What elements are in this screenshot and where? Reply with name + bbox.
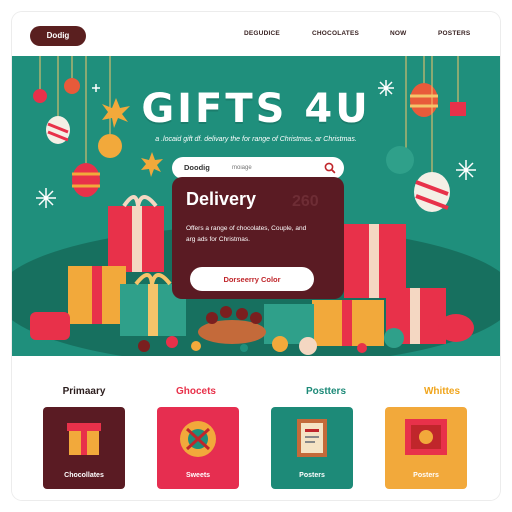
- category-tile-sweets[interactable]: Sweets: [157, 407, 239, 489]
- page-frame: Dodig DEGUDICE CHOCOLATES NOW POSTERS GI…: [12, 12, 500, 500]
- category-heading-sweets: Ghocets: [175, 386, 216, 397]
- search-input[interactable]: [232, 161, 324, 175]
- search-bar[interactable]: Doodig: [172, 157, 344, 179]
- category-tile-whites[interactable]: Posters: [385, 407, 467, 489]
- hero-title: GIFTS 4U: [141, 86, 371, 132]
- search-icon[interactable]: [323, 161, 337, 175]
- category-tile-posters[interactable]: Posters: [271, 407, 353, 489]
- categories-section: Primaary Ghocets Postters Whittes Chocol…: [12, 356, 500, 500]
- nav-link-1[interactable]: DEGUDICE: [244, 30, 280, 37]
- delivery-cta-button[interactable]: Dorseerry Color: [190, 267, 314, 291]
- delivery-title: Delivery: [186, 189, 257, 209]
- tile-label-sweets: Sweets: [185, 472, 211, 479]
- top-navbar: Dodig DEGUDICE CHOCOLATES NOW POSTERS: [12, 12, 500, 56]
- hero-banner: GIFTS 4U a .locaid gift df. delivary the…: [12, 56, 500, 356]
- tile-label-chocolates: Chocollates: [64, 472, 104, 479]
- tile-label-posters: Posters: [299, 472, 325, 479]
- site-logo[interactable]: Dodig: [30, 26, 86, 46]
- tile-label-whites: Posters: [413, 472, 439, 479]
- hero-subtitle: a .locaid gift df. delivary the for rang…: [155, 136, 357, 143]
- delivery-card: Delivery 260 Offers a range of chocolate…: [172, 177, 344, 299]
- nav-link-chocolates[interactable]: CHOCOLATES: [312, 30, 359, 37]
- delivery-description: Offers a range of chocolates, Couple, an…: [186, 225, 307, 243]
- nav-link-posters[interactable]: POSTERS: [438, 30, 470, 37]
- category-heading-posters: Postters: [305, 386, 346, 397]
- nav-link-now[interactable]: NOW: [390, 30, 407, 37]
- category-heading-whites: Whittes: [423, 386, 461, 397]
- category-heading-primary: Primaary: [62, 386, 106, 397]
- search-label: Doodig: [184, 163, 210, 172]
- delivery-ghost-text: 260: [292, 193, 319, 210]
- category-tile-chocolates[interactable]: Chocollates: [43, 407, 125, 489]
